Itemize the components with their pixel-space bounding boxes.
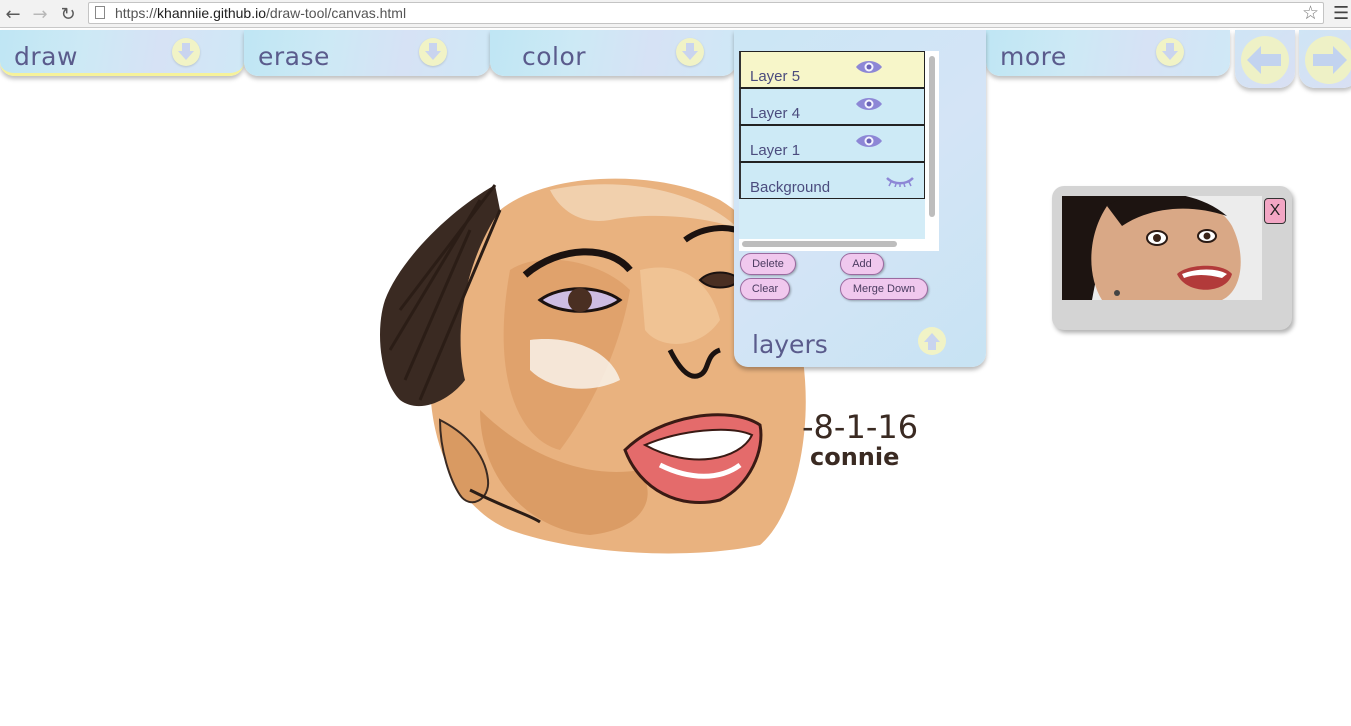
- expand-down-icon[interactable]: [172, 38, 200, 66]
- reference-image-window[interactable]: X: [1052, 186, 1292, 330]
- back-arrow-icon[interactable]: ←: [2, 3, 24, 25]
- tab-more[interactable]: more: [986, 30, 1230, 76]
- layer-name: Layer 4: [750, 105, 801, 122]
- signature-date: -8-1-16: [802, 408, 918, 446]
- tab-color[interactable]: color: [490, 30, 736, 76]
- vertical-scroll-thumb[interactable]: [929, 56, 935, 217]
- horizontal-scroll-thumb[interactable]: [742, 241, 897, 247]
- redo-button[interactable]: [1299, 30, 1351, 88]
- hamburger-menu-icon[interactable]: ☰: [1333, 3, 1349, 24]
- page-icon: [95, 6, 105, 19]
- layer-name: Layer 5: [750, 68, 801, 85]
- tab-label: draw: [14, 42, 78, 71]
- merge-down-button[interactable]: Merge Down: [840, 278, 928, 300]
- tab-label: color: [522, 42, 587, 71]
- layer-list: Layer 5 Layer 4 Layer 1 Background: [739, 51, 939, 251]
- layers-panel: Layer 5 Layer 4 Layer 1 Background Delet…: [734, 30, 986, 367]
- redo-arrow-icon: [1305, 36, 1351, 84]
- layer-item-layer-1[interactable]: Layer 1: [739, 125, 925, 162]
- tab-erase[interactable]: erase: [244, 30, 490, 76]
- tab-label: erase: [258, 42, 330, 71]
- layer-name: Layer 1: [750, 142, 801, 159]
- expand-down-icon[interactable]: [676, 38, 704, 66]
- undo-button[interactable]: [1235, 30, 1295, 88]
- add-layer-button[interactable]: Add: [840, 253, 884, 275]
- layer-item-layer-4[interactable]: Layer 4: [739, 88, 925, 125]
- expand-down-icon[interactable]: [419, 38, 447, 66]
- layer-name: Background: [750, 179, 831, 196]
- expand-down-icon[interactable]: [1156, 38, 1184, 66]
- layers-panel-title: layers: [752, 330, 828, 359]
- close-button[interactable]: X: [1264, 198, 1286, 224]
- eye-open-icon[interactable]: [855, 96, 883, 112]
- address-bar[interactable]: https://khanniie.github.io/draw-tool/can…: [88, 2, 1324, 24]
- eye-closed-icon[interactable]: [885, 175, 915, 187]
- browser-toolbar: ← → ↻ https://khanniie.github.io/draw-to…: [0, 0, 1351, 28]
- clear-layer-button[interactable]: Clear: [740, 278, 790, 300]
- undo-arrow-icon: [1241, 36, 1289, 84]
- layer-item-background[interactable]: Background: [739, 162, 925, 199]
- eye-open-icon[interactable]: [855, 133, 883, 149]
- layer-item-layer-5[interactable]: Layer 5: [739, 51, 925, 88]
- tab-draw[interactable]: draw: [0, 30, 244, 76]
- reload-icon[interactable]: ↻: [57, 3, 79, 25]
- star-icon[interactable]: ☆: [1302, 2, 1319, 24]
- forward-arrow-icon[interactable]: →: [29, 3, 51, 25]
- delete-layer-button[interactable]: Delete: [740, 253, 796, 275]
- url-text: https://khanniie.github.io/draw-tool/can…: [115, 5, 407, 21]
- reference-photo: [1062, 196, 1262, 300]
- collapse-up-icon[interactable]: [918, 327, 946, 355]
- tab-label: more: [1000, 42, 1067, 71]
- eye-open-icon[interactable]: [855, 59, 883, 75]
- signature-name: connie: [810, 443, 899, 471]
